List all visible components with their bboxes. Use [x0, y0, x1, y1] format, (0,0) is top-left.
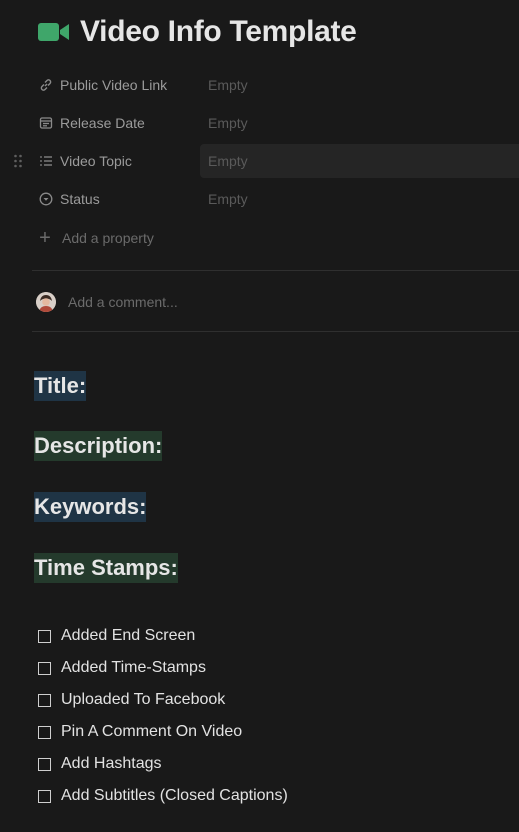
todo-label[interactable]: Add Hashtags [61, 755, 162, 773]
checkbox[interactable] [38, 757, 51, 771]
todo-item: Add Hashtags [38, 752, 162, 776]
add-property-label: Add a property [62, 230, 154, 246]
checkbox[interactable] [38, 629, 51, 643]
todo-item: Added Time-Stamps [38, 656, 206, 680]
checkbox[interactable] [38, 693, 51, 707]
status-icon [38, 191, 54, 207]
property-label[interactable]: Release Date [60, 115, 145, 131]
plus-icon: + [39, 227, 51, 249]
property-release-date: Release Date Empty [0, 106, 519, 140]
property-value[interactable]: Empty [200, 106, 519, 140]
todo-item: Uploaded To Facebook [38, 688, 225, 712]
property-status: Status Empty [0, 182, 519, 216]
property-public-video-link: Public Video Link Empty [0, 68, 519, 102]
avatar [36, 292, 56, 312]
page-title[interactable]: Video Info Template [80, 15, 357, 49]
list-icon [38, 153, 54, 169]
property-value[interactable]: Empty [200, 68, 519, 102]
todo-label[interactable]: Add Subtitles (Closed Captions) [61, 787, 288, 805]
video-camera-icon[interactable] [38, 21, 70, 43]
heading-title[interactable]: Title: [34, 371, 87, 401]
heading-time-stamps[interactable]: Time Stamps: [34, 553, 178, 583]
add-property-button[interactable]: + Add a property [38, 226, 154, 250]
property-label[interactable]: Public Video Link [60, 77, 167, 93]
divider [32, 270, 519, 271]
drag-handle-icon[interactable] [12, 153, 26, 169]
property-video-topic: Video Topic Empty [0, 144, 519, 178]
todo-item: Pin A Comment On Video [38, 720, 242, 744]
property-value[interactable]: Empty [200, 182, 519, 216]
todo-label[interactable]: Uploaded To Facebook [61, 691, 225, 709]
link-icon [38, 77, 54, 93]
checkbox[interactable] [38, 789, 51, 803]
property-label[interactable]: Status [60, 191, 100, 207]
comment-row: Add a comment... [36, 290, 178, 314]
todo-item: Added End Screen [38, 624, 195, 648]
todo-label[interactable]: Pin A Comment On Video [61, 723, 242, 741]
divider [32, 331, 519, 332]
heading-description[interactable]: Description: [34, 431, 163, 461]
property-label[interactable]: Video Topic [60, 153, 132, 169]
heading-keywords[interactable]: Keywords: [34, 492, 147, 522]
todo-item: Add Subtitles (Closed Captions) [38, 784, 288, 808]
property-value[interactable]: Empty [200, 144, 519, 178]
checkbox[interactable] [38, 725, 51, 739]
comment-input[interactable]: Add a comment... [68, 294, 178, 310]
calendar-icon [38, 115, 54, 131]
page-title-row: Video Info Template [38, 12, 357, 52]
todo-label[interactable]: Added End Screen [61, 627, 195, 645]
todo-label[interactable]: Added Time-Stamps [61, 659, 206, 677]
checkbox[interactable] [38, 661, 51, 675]
